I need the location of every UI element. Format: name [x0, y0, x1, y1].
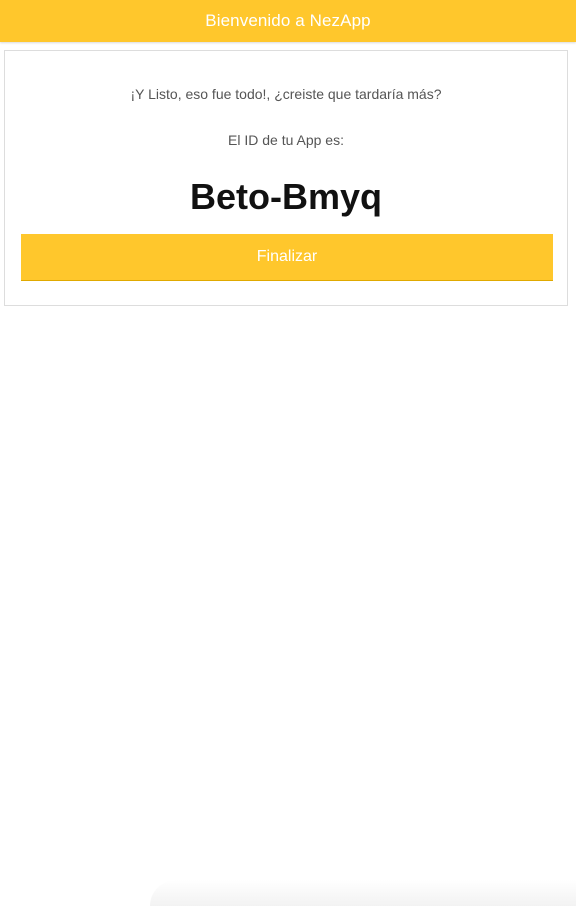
app-id-label: El ID de tu App es:: [228, 132, 344, 148]
header-title: Bienvenido a NezApp: [205, 11, 371, 30]
completion-message: ¡Y Listo, eso fue todo!, ¿creiste que ta…: [130, 86, 442, 102]
app-id-value: Beto-Bmyq: [189, 176, 382, 217]
bottom-edge-shadow: [150, 880, 576, 906]
finish-button[interactable]: Finalizar: [21, 234, 553, 281]
completion-card: ¡Y Listo, eso fue todo!, ¿creiste que ta…: [4, 50, 568, 306]
app-header: Bienvenido a NezApp: [0, 0, 576, 42]
